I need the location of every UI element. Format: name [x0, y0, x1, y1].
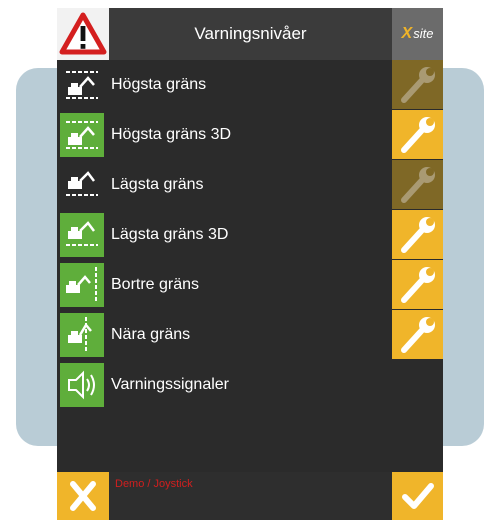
list-item-label: Lägsta gräns 3D	[111, 226, 229, 243]
page-title: Varningsnivåer	[194, 24, 307, 43]
list-item-label: Nära gräns	[111, 326, 191, 343]
status-text: Demo / Joystick	[115, 478, 193, 490]
list-item-lower-limit-3d[interactable]: Lägsta gräns 3D	[57, 210, 443, 260]
warning-button[interactable]	[57, 8, 109, 60]
list-item-lower-limit[interactable]: Lägsta gräns	[57, 160, 443, 210]
list-item-label: Högsta gräns	[111, 76, 207, 93]
device-screen: Varningsnivåer Xsite Högsta gräns Högsta…	[57, 8, 443, 520]
list-item-label: Bortre gräns	[111, 276, 200, 293]
list-item-label: Varningssignaler	[111, 376, 229, 393]
list-item-upper-limit-3d[interactable]: Högsta gräns 3D	[57, 110, 443, 160]
bottom-bar: Demo / Joystick	[57, 472, 443, 520]
upper-limit-3d-icon	[60, 113, 104, 157]
confirm-button[interactable]	[392, 472, 443, 520]
near-limit-icon	[60, 313, 104, 357]
warning-triangle-icon	[59, 12, 107, 55]
wrench-button[interactable]	[392, 210, 443, 259]
lower-limit-3d-icon	[60, 213, 104, 257]
speaker-icon	[60, 363, 104, 407]
wrench-button[interactable]	[392, 160, 443, 209]
close-icon	[70, 481, 96, 511]
far-limit-icon	[60, 263, 104, 307]
upper-limit-icon	[60, 63, 104, 107]
cancel-button[interactable]	[57, 472, 109, 520]
wrench-button[interactable]	[392, 110, 443, 159]
wrench-icon	[401, 67, 435, 103]
list-item-far-limit[interactable]: Bortre gräns	[57, 260, 443, 310]
list-item-upper-limit[interactable]: Högsta gräns	[57, 60, 443, 110]
checkmark-icon	[402, 483, 434, 509]
wrench-button[interactable]	[392, 60, 443, 109]
list-item-warning-signals[interactable]: Varningssignaler	[57, 360, 443, 410]
wrench-icon	[401, 167, 435, 203]
wrench-button[interactable]	[392, 310, 443, 359]
list-item-label: Högsta gräns 3D	[111, 126, 232, 143]
wrench-icon	[401, 267, 435, 303]
wrench-icon	[401, 117, 435, 153]
wrench-button[interactable]	[392, 260, 443, 309]
xsite-logo[interactable]: Xsite	[392, 8, 443, 60]
lower-limit-icon	[60, 163, 104, 207]
wrench-icon	[401, 217, 435, 253]
xsite-logo-mark: X	[401, 25, 413, 42]
list-item-label: Lägsta gräns	[111, 176, 204, 193]
top-bar: Varningsnivåer Xsite	[57, 8, 443, 60]
wrench-icon	[401, 317, 435, 353]
list-item-near-limit[interactable]: Nära gräns	[57, 310, 443, 360]
xsite-logo-text: site	[413, 26, 434, 41]
